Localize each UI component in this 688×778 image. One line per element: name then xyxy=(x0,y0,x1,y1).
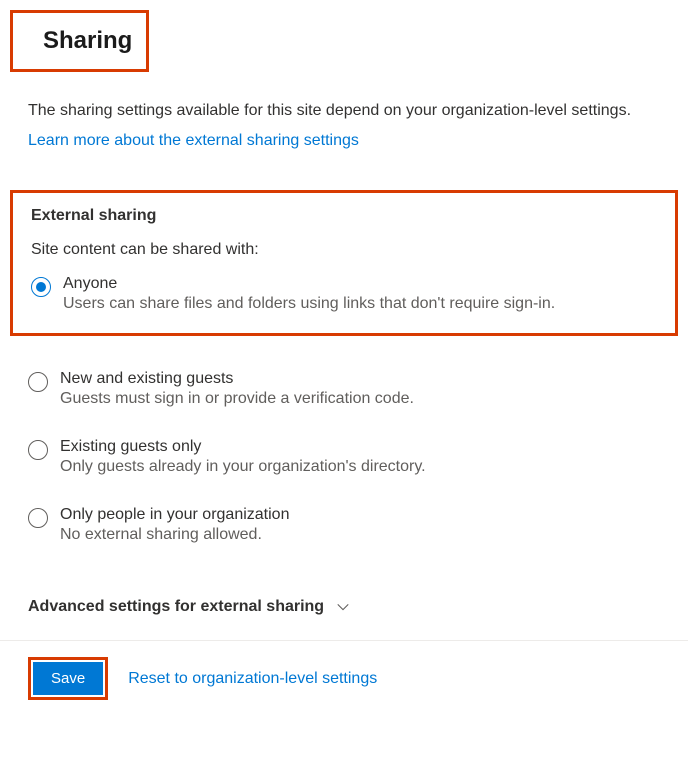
save-button-highlight: Save xyxy=(28,657,108,700)
radio-option-existing-guests[interactable]: Existing guests only Only guests already… xyxy=(28,438,660,476)
radio-button-icon[interactable] xyxy=(28,508,48,528)
intro-text: The sharing settings available for this … xyxy=(28,102,688,120)
radio-description: Users can share files and folders using … xyxy=(63,295,555,313)
save-button[interactable]: Save xyxy=(33,662,103,695)
radio-label: Existing guests only xyxy=(60,438,426,456)
radio-option-new-existing-guests[interactable]: New and existing guests Guests must sign… xyxy=(28,370,660,408)
radio-label: Only people in your organization xyxy=(60,506,289,524)
radio-button-icon[interactable] xyxy=(28,440,48,460)
reset-link[interactable]: Reset to organization-level settings xyxy=(128,670,377,688)
external-sharing-heading: External sharing xyxy=(31,207,657,225)
learn-more-link[interactable]: Learn more about the external sharing se… xyxy=(28,132,359,149)
advanced-settings-toggle[interactable]: Advanced settings for external sharing xyxy=(0,574,688,616)
external-sharing-subtext: Site content can be shared with: xyxy=(31,241,657,259)
advanced-settings-label: Advanced settings for external sharing xyxy=(28,598,324,616)
radio-option-only-org[interactable]: Only people in your organization No exte… xyxy=(28,506,660,544)
page-title: Sharing xyxy=(10,10,149,72)
radio-button-icon[interactable] xyxy=(31,277,51,297)
radio-description: No external sharing allowed. xyxy=(60,526,289,544)
radio-label: Anyone xyxy=(63,275,555,293)
chevron-down-icon xyxy=(336,600,350,614)
radio-option-anyone[interactable]: Anyone Users can share files and folders… xyxy=(31,275,657,313)
external-sharing-highlight: External sharing Site content can be sha… xyxy=(10,190,678,336)
radio-options-rest: New and existing guests Guests must sign… xyxy=(0,356,688,544)
footer-actions: Save Reset to organization-level setting… xyxy=(0,640,688,700)
radio-description: Only guests already in your organization… xyxy=(60,458,426,476)
radio-description: Guests must sign in or provide a verific… xyxy=(60,390,414,408)
intro-block: The sharing settings available for this … xyxy=(0,72,688,150)
radio-button-icon[interactable] xyxy=(28,372,48,392)
radio-label: New and existing guests xyxy=(60,370,414,388)
